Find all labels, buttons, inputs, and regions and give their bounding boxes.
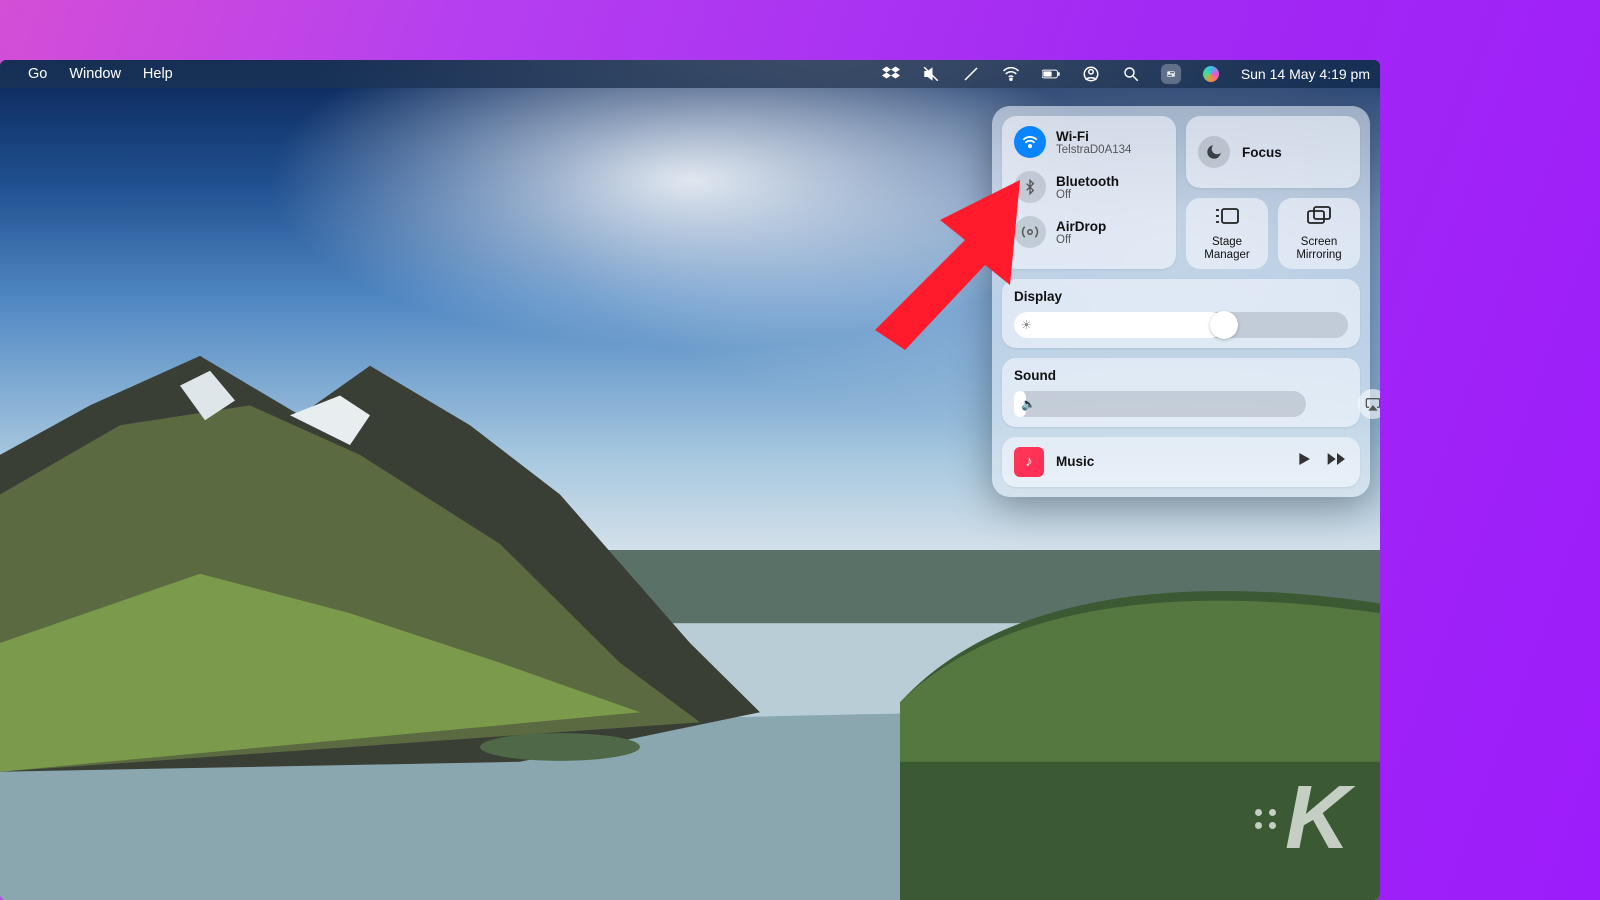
- sound-label: Sound: [1014, 368, 1348, 383]
- play-button[interactable]: [1296, 451, 1312, 472]
- volume-icon: 🔈: [1021, 397, 1036, 411]
- stage-manager-icon: [1214, 206, 1240, 232]
- bluetooth-toggle[interactable]: Bluetooth Off: [1014, 171, 1164, 203]
- bluetooth-status: Off: [1056, 189, 1119, 201]
- tool-icon[interactable]: [961, 64, 981, 84]
- moon-icon: [1198, 136, 1230, 168]
- menubar-datetime[interactable]: Sun 14 May 4:19 pm: [1241, 66, 1370, 82]
- screen-mirroring-label: Screen Mirroring: [1282, 236, 1356, 262]
- display-label: Display: [1014, 289, 1348, 304]
- connectivity-tile: Wi-Fi TelstraD0A134 Bluetooth Off AirD: [1002, 116, 1176, 269]
- sound-tile: Sound 🔈: [1002, 358, 1360, 427]
- volume-muted-icon[interactable]: [921, 64, 941, 84]
- focus-label: Focus: [1242, 145, 1282, 160]
- stage-manager-label: Stage Manager: [1190, 236, 1264, 262]
- bluetooth-icon: [1014, 171, 1046, 203]
- wifi-toggle[interactable]: Wi-Fi TelstraD0A134: [1014, 126, 1164, 158]
- music-label: Music: [1056, 454, 1094, 469]
- airdrop-status: Off: [1056, 234, 1106, 246]
- next-track-button[interactable]: [1326, 451, 1348, 472]
- airdrop-title: AirDrop: [1056, 219, 1106, 234]
- wifi-title: Wi-Fi: [1056, 129, 1131, 144]
- control-center-icon[interactable]: [1161, 64, 1181, 84]
- control-center-panel: Wi-Fi TelstraD0A134 Bluetooth Off AirD: [992, 106, 1370, 497]
- wifi-network: TelstraD0A134: [1056, 144, 1131, 156]
- spotlight-search-icon[interactable]: [1121, 64, 1141, 84]
- display-tile: Display ☀︎: [1002, 279, 1360, 348]
- watermark: K: [1255, 767, 1346, 870]
- user-icon[interactable]: [1081, 64, 1101, 84]
- dropbox-icon[interactable]: [881, 64, 901, 84]
- sound-slider[interactable]: 🔈: [1014, 391, 1306, 417]
- airplay-audio-button[interactable]: [1358, 389, 1380, 419]
- airdrop-toggle[interactable]: AirDrop Off: [1014, 216, 1164, 248]
- bluetooth-title: Bluetooth: [1056, 174, 1119, 189]
- screen-mirroring-icon: [1306, 206, 1332, 232]
- airdrop-icon: [1014, 216, 1046, 248]
- menu-window[interactable]: Window: [69, 66, 121, 82]
- wifi-icon: [1014, 126, 1046, 158]
- battery-icon[interactable]: [1041, 64, 1061, 84]
- desktop-viewport: Go Window Help: [0, 60, 1380, 900]
- menu-help[interactable]: Help: [143, 66, 173, 82]
- wifi-icon[interactable]: [1001, 64, 1021, 84]
- stage-manager-tile[interactable]: Stage Manager: [1186, 198, 1268, 269]
- music-app-icon: ♪: [1014, 447, 1044, 477]
- now-playing-tile[interactable]: ♪ Music: [1002, 437, 1360, 487]
- focus-tile[interactable]: Focus: [1186, 116, 1360, 188]
- brightness-icon: ☀︎: [1021, 318, 1032, 332]
- siri-icon[interactable]: [1201, 64, 1221, 84]
- menubar: Go Window Help: [0, 60, 1380, 88]
- screen-mirroring-tile[interactable]: Screen Mirroring: [1278, 198, 1360, 269]
- menu-go[interactable]: Go: [28, 66, 47, 82]
- display-slider[interactable]: ☀︎: [1014, 312, 1348, 338]
- watermark-letter: K: [1285, 767, 1346, 870]
